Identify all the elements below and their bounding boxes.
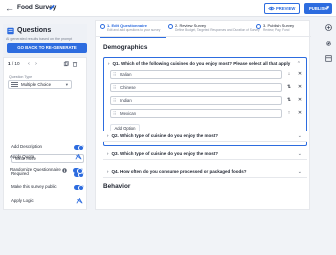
question-text: Q2. Which type of cuisine do you enjoy t…	[111, 133, 219, 138]
trash-icon[interactable]	[72, 61, 78, 67]
questions-title: Questions	[17, 27, 52, 34]
randomize-toggle[interactable]	[73, 167, 83, 174]
drag-handle-icon[interactable]: ⠿	[113, 97, 116, 104]
copy-icon[interactable]	[63, 61, 69, 67]
question-text: Q3. Which type of cuisine do you enjoy t…	[111, 151, 219, 156]
chevron-right-icon: ›	[107, 151, 109, 156]
quota-icon[interactable]	[75, 154, 82, 160]
option-label: Mexican	[120, 111, 137, 116]
add-description-toggle[interactable]	[74, 144, 84, 151]
step-desc: Edit and add questions to your survey	[107, 28, 161, 32]
document-icon	[7, 27, 14, 35]
step-desc: Define Budget, Targeted Responses and Du…	[175, 28, 260, 32]
step-review-survey[interactable]: 2. Review Survey Define Budget, Targeted…	[168, 23, 260, 36]
regenerate-label: GO BACK TO RE-GENERATE	[17, 45, 77, 50]
question-type-value: Multiple Choice	[21, 82, 52, 87]
questions-subtitle: AI generated results based on the prompt	[6, 37, 73, 41]
step-indicator	[100, 24, 105, 29]
move-updown-icon[interactable]: ⇅	[286, 84, 292, 91]
option-field[interactable]: ⠿ Mexican	[110, 109, 282, 118]
current-question-number: 1	[8, 61, 11, 66]
step-indicator	[168, 24, 173, 29]
right-rail	[321, 20, 336, 210]
apply-logic-label: Apply Logic	[11, 198, 34, 203]
question-row-title: › Q4. How often do you consume processed …	[107, 169, 247, 175]
delete-icon[interactable]: ✕	[297, 110, 303, 117]
chevron-up-icon[interactable]: ⌃	[297, 61, 301, 67]
preview-button[interactable]: PREVIEW	[264, 3, 300, 14]
question-row-collapsed[interactable]: › Q4. How often do you consume processed …	[103, 167, 307, 178]
next-question-icon[interactable]: ›	[33, 61, 39, 67]
question-type-label: Question Type	[9, 75, 33, 79]
prev-question-icon[interactable]: ‹	[26, 61, 32, 67]
delete-icon[interactable]: ✕	[297, 71, 303, 78]
top-bar: ← Food Survey PREVIEW PUBLISH ▾	[0, 0, 336, 17]
publish-button[interactable]: PUBLISH ▾	[304, 3, 332, 14]
option-field[interactable]: ⠿ Italian	[110, 70, 282, 79]
option-label: Indian	[120, 98, 132, 103]
left-panel: Questions AI generated results based on …	[3, 20, 87, 210]
make-public-toggle[interactable]	[74, 184, 84, 191]
logic-icon[interactable]	[76, 198, 83, 204]
question-settings-panel: 1 / 10 ‹ › Question Type Multiple Choice…	[3, 57, 87, 210]
delete-icon[interactable]: ✕	[297, 97, 303, 104]
question-title: Q1. Which of the following cuisines do y…	[112, 61, 291, 66]
question-pager: 1 / 10	[8, 61, 20, 67]
info-icon[interactable]	[62, 168, 67, 173]
gear-icon[interactable]	[325, 40, 332, 47]
chevron-down-icon: ▾	[65, 82, 68, 87]
chevron-right-icon: ›	[107, 133, 109, 138]
stepper: 1. Edit Questionnaire Edit and add quest…	[96, 21, 311, 38]
chevron-down-icon[interactable]: ⌄	[298, 133, 302, 139]
section-demographics: Demographics	[103, 44, 148, 51]
step-publish-survey[interactable]: 3. Publish Survey Review, Pay, Fund	[256, 23, 306, 36]
list-icon	[11, 82, 18, 87]
question-row-title: › Q2. Which type of cuisine do you enjoy …	[107, 133, 218, 139]
randomize-label: Randomize Questionnaire	[10, 167, 61, 172]
chevron-right-icon: ›	[108, 61, 110, 66]
add-description-label: Add Description	[11, 144, 42, 149]
add-circle-icon[interactable]	[325, 24, 332, 31]
delete-icon[interactable]: ✕	[297, 84, 303, 91]
make-public-label: Make this survey public	[11, 184, 57, 189]
question-row-collapsed[interactable]: › Q3. Which type of cuisine do you enjoy …	[103, 149, 307, 160]
regenerate-button[interactable]: GO BACK TO RE-GENERATE	[7, 43, 87, 53]
option-label: Italian	[120, 72, 132, 77]
total-questions: / 10	[11, 61, 20, 66]
option-label: Chinese	[120, 85, 136, 90]
step-desc: Review, Pay, Fund	[263, 28, 290, 32]
arrow-down-icon[interactable]: ↓	[286, 71, 292, 78]
pencil-icon[interactable]	[48, 3, 56, 12]
drag-handle-icon[interactable]: ⠿	[113, 71, 116, 78]
eye-icon	[268, 6, 275, 11]
question-row-collapsed[interactable]: › Q2. Which type of cuisine do you enjoy …	[103, 131, 307, 142]
back-arrow-icon[interactable]: ←	[5, 3, 14, 13]
arrow-up-icon[interactable]: ↑	[286, 110, 292, 117]
preview-label: PREVIEW	[276, 6, 296, 11]
move-updown-icon[interactable]: ⇅	[286, 97, 292, 104]
chevron-down-icon[interactable]: ⌄	[298, 151, 302, 157]
option-field[interactable]: ⠿ Indian	[110, 96, 282, 105]
drag-handle-icon[interactable]: ⠿	[113, 84, 116, 91]
step-indicator	[256, 24, 261, 29]
step-edit-questionnaire[interactable]: 1. Edit Questionnaire Edit and add quest…	[100, 23, 166, 38]
editor-main: 1. Edit Questionnaire Edit and add quest…	[95, 20, 311, 210]
question-type-select[interactable]: Multiple Choice ▾	[8, 80, 72, 89]
option-field[interactable]: ⠿ Chinese	[110, 83, 282, 92]
apply-quota-label: Apply Quota	[10, 154, 35, 159]
section-behavior: Behavior	[103, 183, 131, 190]
question-text: Q4. How often do you consume processed o…	[111, 169, 247, 174]
drag-handle-icon[interactable]: ⠿	[113, 110, 116, 117]
publish-label: PUBLISH	[309, 6, 328, 11]
question-header: › Q1. Which of the following cuisines do …	[108, 61, 290, 67]
chevron-down-icon[interactable]: ⌄	[298, 169, 302, 175]
layout-icon[interactable]	[325, 55, 332, 62]
chevron-right-icon: ›	[107, 169, 109, 174]
question-row-title: › Q3. Which type of cuisine do you enjoy …	[107, 151, 218, 157]
chevron-down-icon: ▾	[326, 5, 329, 11]
